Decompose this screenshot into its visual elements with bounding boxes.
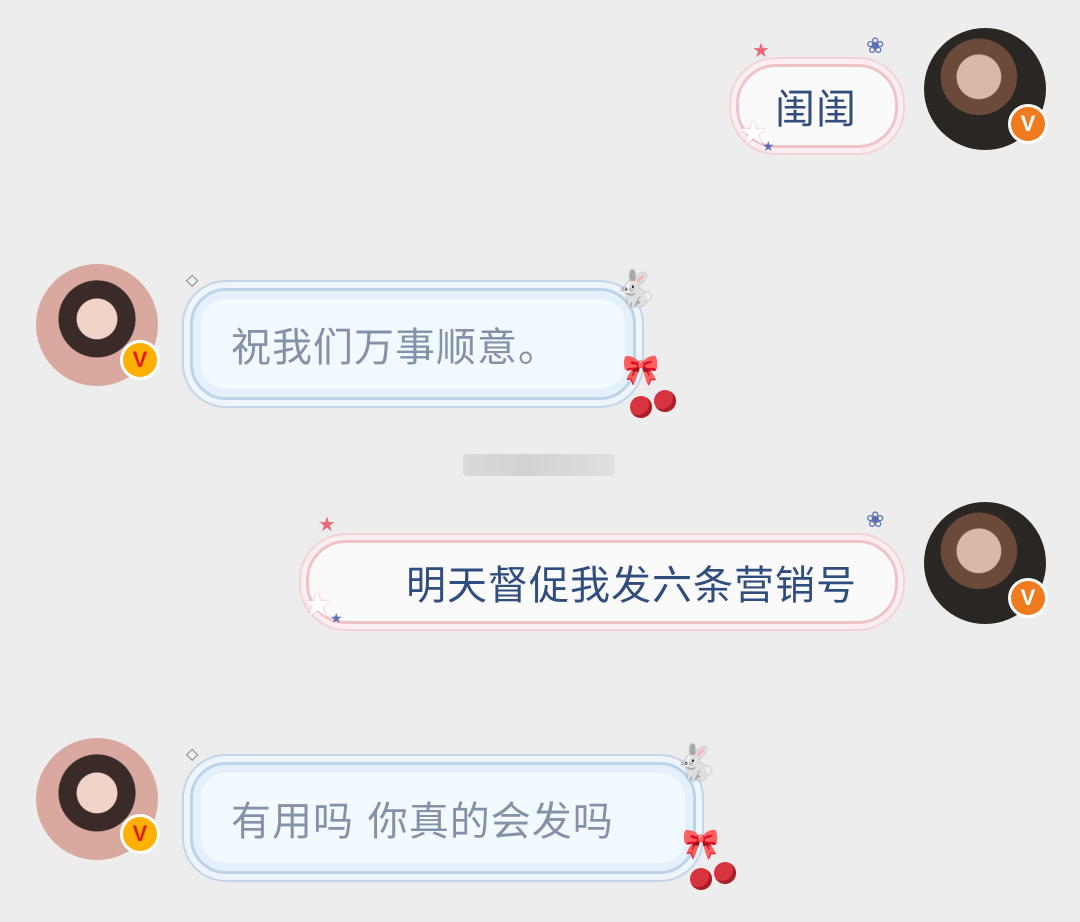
- message-bubble-outgoing[interactable]: 明天督促我发六条营销号: [306, 540, 898, 624]
- verified-badge: V: [1008, 104, 1048, 144]
- avatar-contact[interactable]: V: [36, 738, 160, 860]
- paw-icon: ❀: [866, 508, 885, 533]
- message-bubble-incoming[interactable]: 祝我们万事顺意。: [190, 288, 636, 400]
- small-star-icon: ★: [330, 611, 343, 627]
- cherry-icon: [714, 862, 736, 884]
- cherry-icon: [654, 390, 676, 412]
- verified-badge: V: [1008, 578, 1048, 618]
- bow-icon: 🎀: [682, 827, 720, 862]
- timestamp: [463, 454, 615, 476]
- cherry-icon: [630, 396, 652, 418]
- avatar-self[interactable]: V: [924, 502, 1048, 624]
- message-bubble-incoming[interactable]: 有用吗 你真的会发吗: [190, 762, 696, 874]
- avatar-self[interactable]: V: [924, 28, 1048, 150]
- star-icon: ★: [752, 38, 770, 62]
- message-text: 有用吗 你真的会发吗: [231, 799, 614, 845]
- sparkle-icon: ◇: [186, 270, 199, 289]
- message-text: 祝我们万事顺意。: [231, 325, 559, 371]
- bunny-icon: 🐇: [614, 269, 657, 309]
- small-star-icon: ★: [762, 139, 775, 155]
- paw-icon: ❀: [866, 34, 885, 59]
- bow-icon: 🎀: [622, 353, 660, 388]
- message-text: 闺闺: [775, 87, 857, 133]
- star-outline-icon: ★: [302, 585, 333, 625]
- message-text: 明天督促我发六条营销号: [406, 563, 857, 609]
- verified-badge: V: [120, 340, 160, 380]
- star-icon: ★: [318, 512, 336, 536]
- cherry-icon: [690, 868, 712, 890]
- verified-badge: V: [120, 814, 160, 854]
- avatar-contact[interactable]: V: [36, 264, 160, 386]
- sparkle-icon: ◇: [186, 744, 199, 763]
- bunny-icon: 🐇: [674, 743, 717, 783]
